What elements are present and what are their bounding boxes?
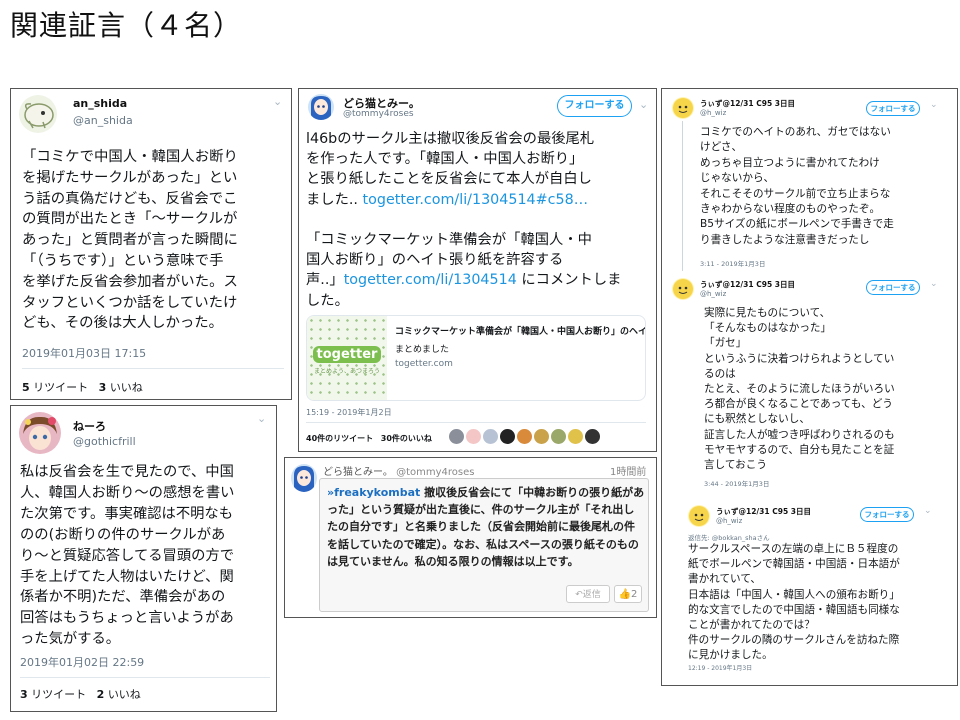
avatar[interactable] [568, 429, 583, 444]
avatar[interactable] [500, 429, 515, 444]
togetter-slogan: まとめよう、あつまろう [313, 368, 380, 375]
tweet-card-h-wiz-2: うぃず@12/31 C95 3日目 @h_wiz フォローする ⌄ 実際に見たも… [662, 274, 957, 489]
tweet-text: l46bのサークル主は撤収後反省会の最後尾札 を作った人です。「韓国人・中国人お… [306, 129, 656, 311]
like-count: 3 [98, 381, 107, 394]
tweet-link-1[interactable]: togetter.com/li/1304514#c58… [363, 192, 588, 208]
avatar[interactable] [291, 464, 317, 492]
chevron-down-icon[interactable]: ⌄ [930, 279, 938, 289]
tweet-date[interactable]: 3:44 - 2019年1月3日 [704, 478, 769, 488]
user-handle[interactable]: @tommy4roses [396, 467, 474, 478]
user-handle[interactable]: @an_shida [73, 114, 133, 127]
follow-button[interactable]: フォローする [866, 101, 920, 116]
reply-mention[interactable]: »freakykombat [327, 486, 420, 499]
display-name[interactable]: うぃず@12/31 C95 3日目 [700, 98, 795, 109]
user-handle[interactable]: @tommy4roses [343, 109, 414, 119]
chevron-down-icon[interactable]: ⌄ [924, 506, 932, 516]
avatar[interactable] [672, 97, 694, 119]
tweet-header: どら猫とみー。 @tommy4roses [323, 463, 474, 478]
retweet-count[interactable]: 40件のリツイート [306, 434, 373, 443]
reply-label: 返信 [582, 590, 601, 600]
divider [306, 422, 646, 423]
tweet-stats: 5 リツイート 3 いいね [22, 379, 143, 395]
divider [22, 368, 284, 369]
tweet-date[interactable]: 2019年01月03日 17:15 [22, 345, 146, 361]
like-count: 2 [96, 688, 105, 701]
retweet-count: 5 [22, 381, 30, 394]
tweet-stats: 3 リツイート 2 いいね [20, 686, 141, 702]
tweet-text: 「コミケで中国人・韓国人お断り を掲げたサークルがあった」とい う話の真偽だけど… [22, 149, 238, 332]
avatar[interactable] [688, 505, 710, 527]
user-handle[interactable]: @h_wiz [700, 290, 726, 298]
display-name[interactable]: an_shida [73, 97, 127, 110]
tweet-card-gothicfrill: ねーろ @gothicfrill ⌄ 私は反省会を生で見たので、中国 人、韓国人… [10, 405, 277, 712]
tweet-card-tommy4roses-reply: どら猫とみー。 @tommy4roses 1時間前 »freakykombat … [284, 457, 657, 618]
link-card-description: まとめました [395, 345, 450, 355]
chevron-down-icon[interactable]: ⌄ [930, 100, 938, 110]
avatar[interactable] [517, 429, 532, 444]
like-count: 2 [631, 589, 638, 600]
retweet-label[interactable]: リツイート [31, 688, 86, 701]
avatar[interactable] [308, 94, 334, 120]
retweet-label[interactable]: リツイート [33, 381, 88, 394]
avatar[interactable] [19, 412, 61, 454]
avatar[interactable] [585, 429, 600, 444]
avatar[interactable] [672, 278, 694, 300]
avatar[interactable] [534, 429, 549, 444]
tweet-date[interactable]: 12:19 - 2019年1月3日 [688, 663, 752, 672]
togetter-thumbnail: togetter まとめよう、あつまろう [307, 316, 387, 400]
display-name[interactable]: どら猫とみー。 [323, 467, 393, 478]
like-count[interactable]: 30件のいいね [381, 434, 432, 443]
link-card-domain: togetter.com [395, 359, 453, 369]
like-button[interactable]: 👍2 [614, 585, 642, 603]
retweet-count: 3 [20, 688, 28, 701]
link-card-title: コミックマーケット準備会が「韓国人・中国人お断り」のヘイ… [395, 327, 645, 337]
avatar[interactable] [19, 95, 57, 133]
tweet-text: »freakykombat 撤収後反省会にて「中韓お断りの張り紙があった」という… [327, 484, 645, 570]
tweet-card-h-wiz-3: うぃず@12/31 C95 3日目 @h_wiz フォローする ⌄ 返信先: @… [662, 497, 957, 685]
reply-box: »freakykombat 撤収後反省会にて「中韓お断りの張り紙があった」という… [319, 478, 649, 612]
tweet-text: 私は反省会を生で見たので、中国 人、韓国人お断り〜の感想を書い た次第です。事実… [20, 464, 235, 648]
avatar[interactable] [483, 429, 498, 444]
togetter-logo: togetter [313, 346, 381, 363]
tweet-card-h-wiz-1: うぃず@12/31 C95 3日目 @h_wiz フォローする ⌄ コミケでのヘ… [662, 89, 957, 274]
follow-button[interactable]: フォローする [866, 280, 920, 295]
tweet-time[interactable]: 1時間前 [610, 463, 646, 478]
avatar[interactable] [466, 429, 481, 444]
follow-button[interactable]: フォローする [557, 95, 632, 117]
follow-button[interactable]: フォローする [860, 507, 914, 522]
display-name[interactable]: うぃず@12/31 C95 3日目 [716, 506, 811, 517]
chevron-down-icon[interactable]: ⌄ [257, 412, 266, 425]
like-label[interactable]: いいね [108, 688, 141, 701]
user-handle[interactable]: @h_wiz [716, 517, 742, 525]
tweet-text: 実際に見たものについて、 「そんなものはなかった」 「ガセ」 というふうに決着つ… [704, 307, 895, 472]
like-label[interactable]: いいね [110, 381, 143, 394]
avatar[interactable] [551, 429, 566, 444]
divider [20, 677, 270, 678]
reply-icon: ↶ [575, 590, 583, 600]
tweet-card-an-shida: an_shida @an_shida ⌄ 「コミケで中国人・韓国人お断り を掲げ… [10, 88, 292, 400]
thread-line [682, 121, 683, 271]
reply-button[interactable]: ↶返信 [566, 585, 610, 603]
tweet-card-tommy4roses: どら猫とみー。 @tommy4roses フォローする ⌄ l46bのサークル主… [298, 88, 657, 452]
page-title: 関連証言（４名） [10, 9, 243, 42]
chevron-down-icon[interactable]: ⌄ [273, 95, 282, 108]
tweet-date[interactable]: 15:19 - 2019年1月2日 [306, 407, 392, 418]
user-handle[interactable]: @gothicfrill [73, 435, 136, 448]
liker-avatars [449, 429, 629, 445]
tweet-stats: 40件のリツイート 30件のいいね [306, 433, 432, 444]
thumbs-up-icon: 👍 [618, 589, 632, 600]
avatar[interactable] [449, 429, 464, 444]
tweet-link-2[interactable]: togetter.com/li/1304514 [344, 272, 517, 288]
tweet-text: サークルスペースの左端の卓上にＢ５程度の 紙でボールペンで韓国語・中国語・日本語… [688, 543, 900, 662]
chevron-down-icon[interactable]: ⌄ [639, 98, 648, 111]
tweet-date[interactable]: 3:11 - 2019年1月3日 [700, 258, 765, 268]
link-preview-card[interactable]: togetter まとめよう、あつまろう コミックマーケット準備会が「韓国人・中… [306, 315, 646, 401]
reply-to-label[interactable]: 返信先: @bokkan_shaさん [688, 532, 770, 542]
user-handle[interactable]: @h_wiz [700, 109, 726, 117]
display-name[interactable]: ねーろ [73, 418, 106, 434]
display-name[interactable]: うぃず@12/31 C95 3日目 [700, 279, 795, 290]
tweet-date[interactable]: 2019年01月02日 22:59 [20, 654, 144, 670]
tweet-text: コミケでのヘイトのあれ、ガセではない けどさ、 めっちゃ目立つように書かれてたわ… [700, 126, 894, 246]
